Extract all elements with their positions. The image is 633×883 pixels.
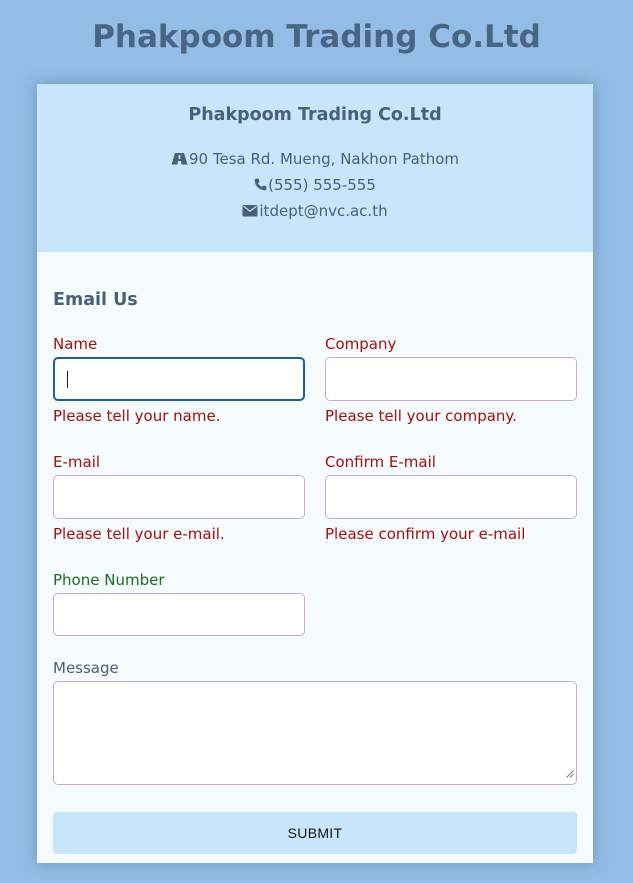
email-text: itdept@nvc.ac.th <box>259 202 388 220</box>
phone-label: Phone Number <box>53 571 165 589</box>
name-label: Name <box>53 335 98 353</box>
submit-button[interactable]: SUBMIT <box>53 812 577 854</box>
contact-card: Phakpoom Trading Co.Ltd 90 Tesa Rd. Muen… <box>37 84 593 863</box>
company-header: Phakpoom Trading Co.Ltd 90 Tesa Rd. Muen… <box>37 84 593 252</box>
email-label: E-mail <box>53 453 101 471</box>
address-text: 90 Tesa Rd. Mueng, Nakhon Pathom <box>189 150 459 168</box>
text-cursor <box>67 371 68 388</box>
confirm-email-label: Confirm E-mail <box>325 453 436 471</box>
phone-input[interactable] <box>53 593 305 636</box>
form-row-4: Message <box>53 658 577 785</box>
email-input[interactable] <box>53 475 305 519</box>
message-textarea[interactable] <box>53 681 577 785</box>
email-form: Email Us Name Please tell your name. Com… <box>37 252 593 854</box>
form-row-3: Phone Number <box>53 570 577 636</box>
company-name: Phakpoom Trading Co.Ltd <box>188 105 442 125</box>
confirm-email-input[interactable] <box>325 475 577 519</box>
phone-icon <box>254 174 267 199</box>
form-row-1: Name Please tell your name. Company Plea… <box>53 334 577 426</box>
company-error: Please tell your company. <box>325 407 517 425</box>
email-field-group: E-mail Please tell your e-mail. <box>53 452 305 544</box>
building-icon <box>171 148 188 173</box>
email-error: Please tell your e-mail. <box>53 525 225 543</box>
confirm-email-field-group: Confirm E-mail Please confirm your e-mai… <box>325 452 577 544</box>
company-label: Company <box>325 335 397 353</box>
form-row-2: E-mail Please tell your e-mail. Confirm … <box>53 452 577 544</box>
name-error: Please tell your name. <box>53 407 221 425</box>
name-input[interactable] <box>53 357 305 401</box>
message-field-group: Message <box>53 658 577 785</box>
submit-row: SUBMIT <box>53 812 577 854</box>
phone-text: (555) 555-555 <box>268 176 376 194</box>
company-field-group: Company Please tell your company. <box>325 334 577 426</box>
confirm-email-error: Please confirm your e-mail <box>325 525 526 543</box>
email-line: itdept@nvc.ac.th <box>37 199 593 225</box>
company-input[interactable] <box>325 357 577 401</box>
phone-line: (555) 555-555 <box>37 173 593 199</box>
contact-info: 90 Tesa Rd. Mueng, Nakhon Pathom (555) 5… <box>37 147 593 225</box>
name-field-group: Name Please tell your name. <box>53 334 305 426</box>
address-line: 90 Tesa Rd. Mueng, Nakhon Pathom <box>37 147 593 173</box>
form-title: Email Us <box>53 290 138 310</box>
page-title: Phakpoom Trading Co.Ltd <box>92 19 541 55</box>
phone-field-group: Phone Number <box>53 570 305 636</box>
message-label: Message <box>53 659 119 677</box>
resize-handle-icon[interactable] <box>565 763 574 782</box>
envelope-icon <box>242 200 258 225</box>
